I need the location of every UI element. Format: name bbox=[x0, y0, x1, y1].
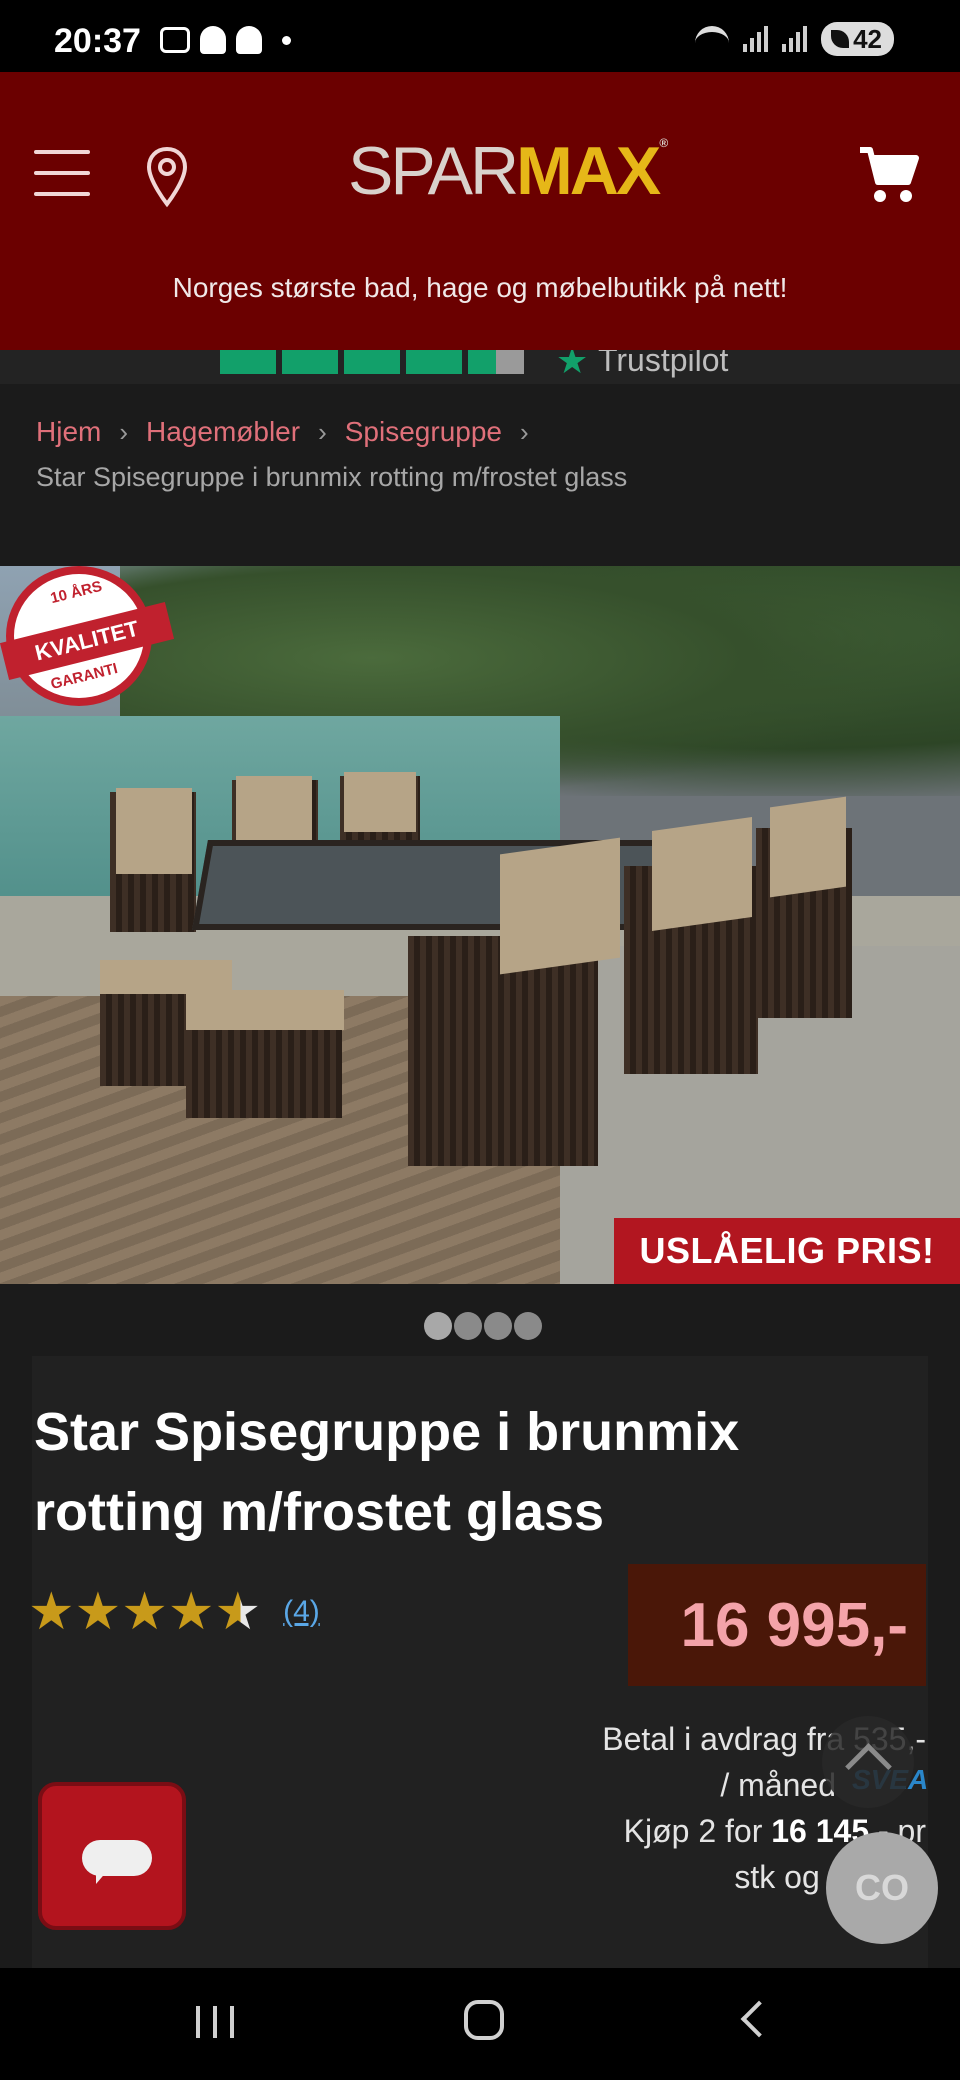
carousel-dots[interactable] bbox=[424, 1312, 542, 1340]
notification-icons bbox=[160, 26, 291, 54]
back-icon[interactable] bbox=[740, 2000, 778, 2038]
product-title: Star Spisegruppe i brunmix rotting m/fro… bbox=[34, 1402, 740, 1542]
battery-indicator: 42 bbox=[821, 22, 894, 56]
signal-icon bbox=[782, 26, 808, 52]
snapchat-icon bbox=[200, 26, 226, 54]
chat-button[interactable] bbox=[38, 1782, 186, 1930]
wifi-icon bbox=[695, 26, 730, 52]
chevron-right-icon: › bbox=[119, 416, 129, 447]
warranty-badge: 10 ÅRS KVALITET GARANTI bbox=[0, 566, 175, 706]
site-header: SPARMAX ® Norges største bad, hage og møb… bbox=[0, 72, 960, 350]
trustpilot-bar[interactable]: ★ Trustpilot bbox=[0, 350, 960, 384]
product-image[interactable]: 10 ÅRS KVALITET GARANTI USLÅELIG PRIS! bbox=[0, 566, 960, 1284]
signal-icon bbox=[743, 26, 769, 52]
header-tagline: Norges største bad, hage og møbelbutikk … bbox=[172, 272, 788, 303]
trustpilot-label: Trustpilot bbox=[598, 350, 729, 378]
screenshot-icon bbox=[160, 27, 190, 53]
battery-level: 42 bbox=[853, 23, 882, 54]
trustpilot-star-icon: ★ bbox=[556, 350, 589, 381]
breadcrumb-garden-furniture[interactable]: Hagemøbler bbox=[146, 416, 300, 448]
system-nav-bar bbox=[0, 1968, 960, 2080]
breadcrumb: Hjem › Hagemøbler › Spisegruppe › bbox=[36, 416, 529, 448]
product-price: 16 995,- bbox=[680, 1591, 908, 1660]
snapchat-icon bbox=[236, 26, 262, 54]
breadcrumb-current: Star Spisegruppe i brunmix rotting m/fro… bbox=[36, 462, 628, 492]
partial-star-icon: ★ bbox=[214, 1583, 262, 1641]
power-saving-icon bbox=[831, 30, 850, 48]
review-count-link[interactable]: (4) bbox=[283, 1595, 320, 1629]
carousel-dot[interactable] bbox=[454, 1312, 482, 1340]
status-bar: 20:37 42 bbox=[0, 0, 960, 72]
scroll-to-top-button[interactable] bbox=[822, 1716, 914, 1808]
star-icon: ★ bbox=[121, 1583, 168, 1641]
location-pin-icon[interactable] bbox=[146, 146, 188, 208]
carousel-dot[interactable] bbox=[514, 1312, 542, 1340]
status-time: 20:37 bbox=[54, 22, 141, 60]
trustpilot-stars bbox=[220, 350, 524, 374]
carousel-dot[interactable] bbox=[484, 1312, 512, 1340]
breadcrumb-dining-set[interactable]: Spisegruppe bbox=[345, 416, 502, 448]
chevron-right-icon: › bbox=[318, 416, 327, 447]
carousel-dot[interactable] bbox=[424, 1312, 452, 1340]
price-box: 16 995,- bbox=[628, 1564, 926, 1686]
breadcrumb-home[interactable]: Hjem bbox=[36, 416, 101, 448]
star-icon: ★ bbox=[167, 1583, 215, 1641]
star-icon: ★ bbox=[28, 1583, 75, 1641]
cart-icon[interactable] bbox=[858, 144, 920, 204]
product-rating[interactable]: ★ ★ ★ ★ ★ (4) bbox=[28, 1586, 320, 1638]
more-notifications-icon bbox=[282, 35, 291, 45]
chat-bubble-icon bbox=[82, 1840, 152, 1876]
star-icon: ★ bbox=[74, 1583, 122, 1641]
recent-apps-icon[interactable] bbox=[196, 2006, 234, 2038]
home-icon[interactable] bbox=[464, 2000, 504, 2040]
chevron-right-icon: › bbox=[519, 416, 529, 447]
co-floating-button[interactable]: CO bbox=[826, 1832, 938, 1944]
promo-banner: USLÅELIG PRIS! bbox=[614, 1218, 960, 1284]
sparmax-logo[interactable]: SPARMAX ® bbox=[348, 132, 668, 210]
menu-icon[interactable] bbox=[34, 150, 90, 196]
